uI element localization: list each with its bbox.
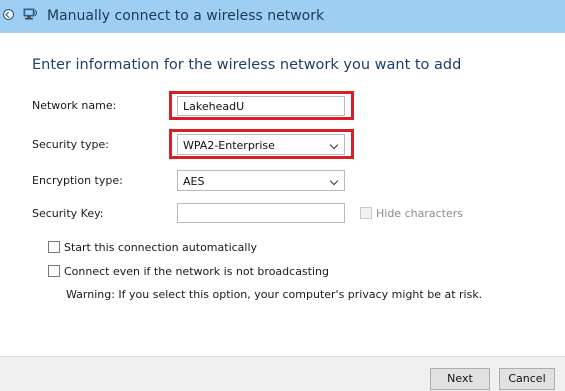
page-heading: Enter information for the wireless netwo… <box>32 57 462 73</box>
security-key-label: Security Key: <box>32 207 104 220</box>
encryption-type-value: AES <box>183 175 205 188</box>
hide-characters-label: Hide characters <box>376 207 463 220</box>
window-title: Manually connect to a wireless network <box>47 8 325 24</box>
start-automatically-checkbox[interactable] <box>48 241 60 253</box>
connect-not-broadcasting-label: Connect even if the network is not broad… <box>64 265 329 278</box>
wireless-network-icon <box>23 8 38 20</box>
encryption-type-label: Encryption type: <box>32 174 123 187</box>
cancel-button[interactable]: Cancel <box>499 368 555 390</box>
security-type-value: WPA2-Enterprise <box>183 139 275 152</box>
network-name-label: Network name: <box>32 99 117 112</box>
security-type-label: Security type: <box>32 138 109 151</box>
hide-characters-checkbox[interactable] <box>360 207 372 219</box>
privacy-warning-text: Warning: If you select this option, your… <box>66 288 483 301</box>
encryption-type-dropdown[interactable]: AES <box>177 170 345 191</box>
next-button[interactable]: Next <box>430 368 490 390</box>
connect-not-broadcasting-checkbox[interactable] <box>48 265 60 277</box>
chevron-down-icon <box>329 140 339 150</box>
start-automatically-label: Start this connection automatically <box>64 241 258 254</box>
network-name-field[interactable]: LakeheadU <box>177 96 345 116</box>
security-key-field[interactable] <box>177 203 345 223</box>
dialog-footer: Next Cancel <box>0 356 565 391</box>
title-bar: Manually connect to a wireless network <box>0 0 565 33</box>
security-type-dropdown[interactable]: WPA2-Enterprise <box>177 134 345 155</box>
back-arrow-icon[interactable] <box>3 9 14 20</box>
chevron-down-icon <box>329 176 339 186</box>
